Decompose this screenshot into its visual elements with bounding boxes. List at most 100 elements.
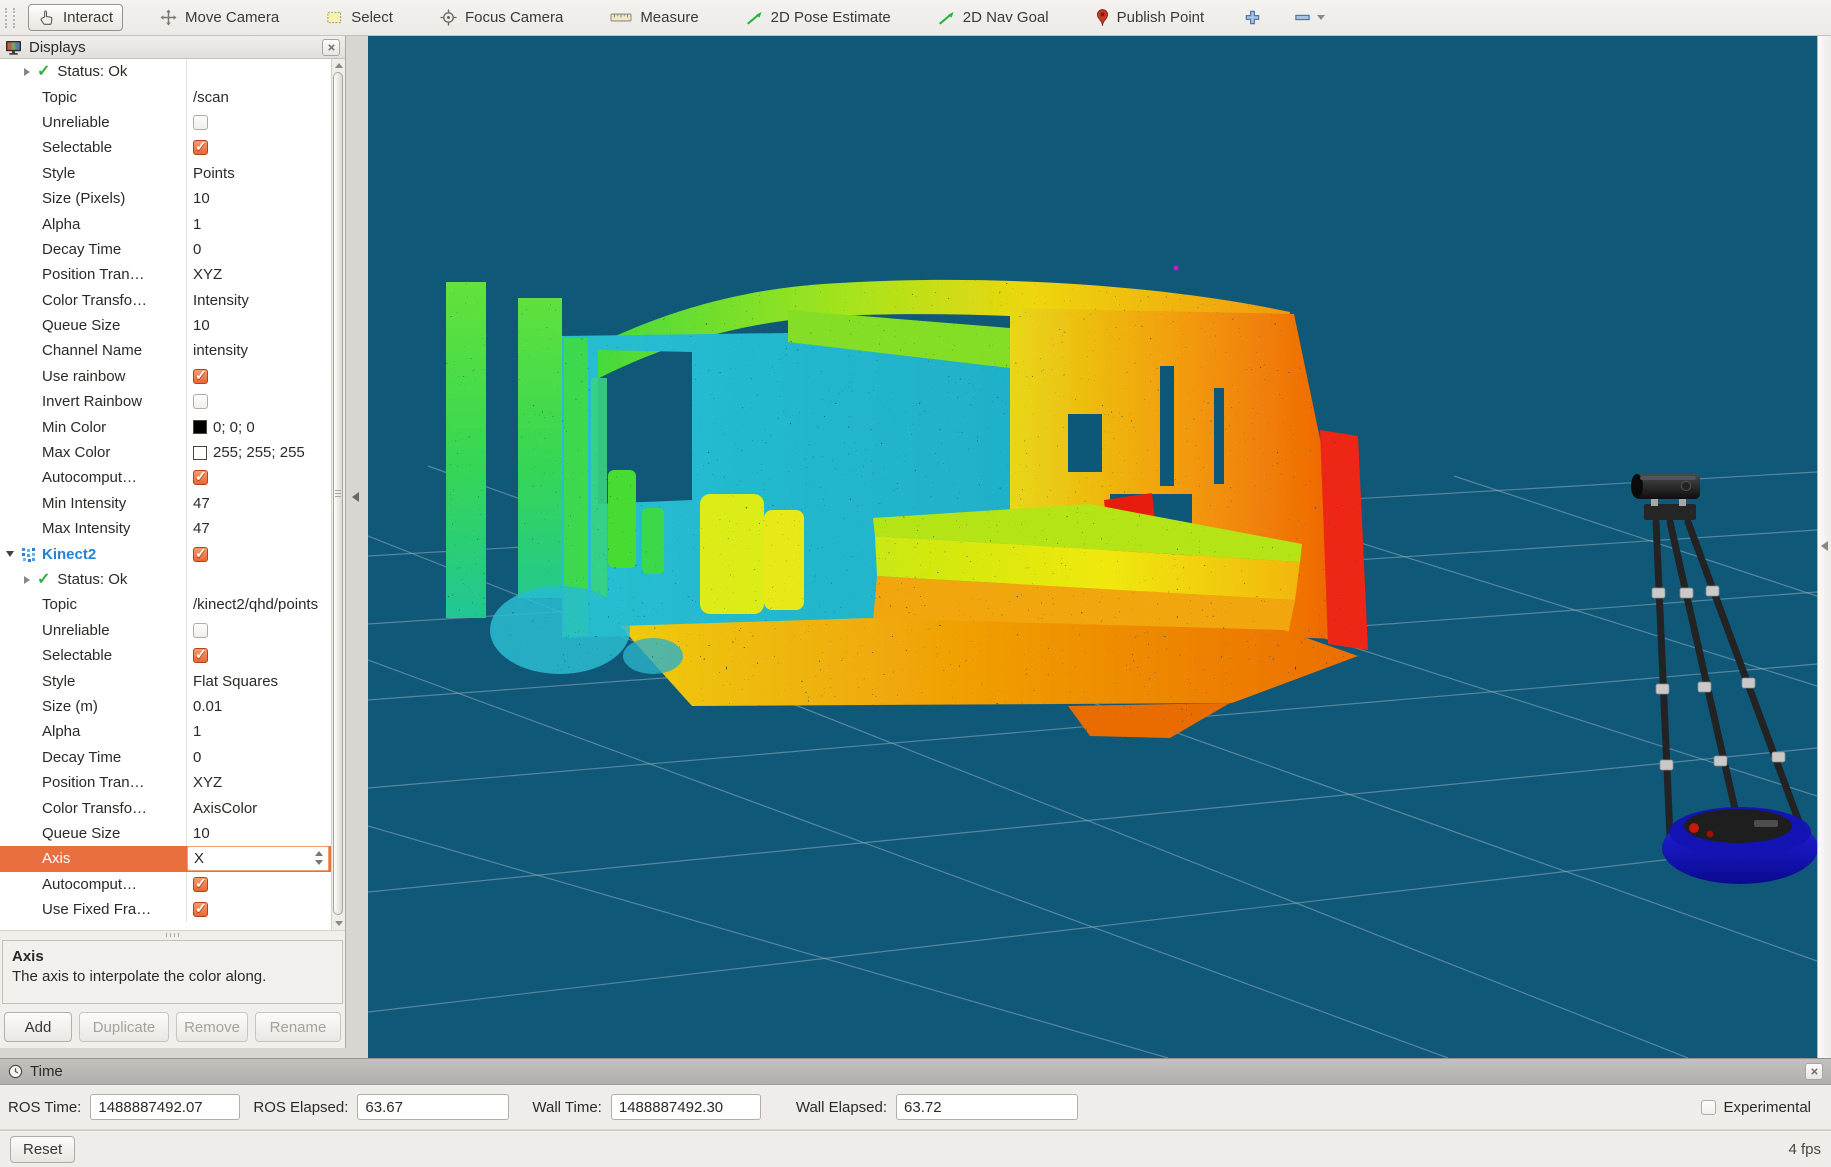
checkbox-selectable[interactable] [193,648,208,663]
views-panel-collapsed-strip[interactable] [1817,36,1831,1058]
property-row-queue-size[interactable]: Queue Size10 [0,313,345,338]
property-row-unreliable[interactable]: Unreliable [0,618,345,643]
color-swatch[interactable] [193,420,207,434]
time-panel-header[interactable]: Time [0,1058,1831,1085]
property-row-use-fixed-fra[interactable]: Use Fixed Fra… [0,897,345,922]
checkbox-invert-rainbow[interactable] [193,394,208,409]
add-display-button[interactable]: Add [4,1012,72,1042]
axis-spinbox[interactable]: X [187,846,329,871]
panel-expand-arrow-icon[interactable] [1821,541,1828,551]
property-row-alpha[interactable]: Alpha1 [0,719,345,744]
property-row-color-transfo[interactable]: Color Transfo…AxisColor [0,795,345,820]
focus-camera-icon [440,9,457,26]
property-value: 47 [193,495,210,512]
property-row-decay-time[interactable]: Decay Time0 [0,237,345,262]
property-row-topic[interactable]: Topic/scan [0,84,345,109]
expander-collapsed-icon[interactable] [24,68,30,76]
robot-base [1662,807,1817,884]
property-row-max-color[interactable]: Max Color255; 255; 255 [0,440,345,465]
property-label: Topic [42,596,77,613]
property-row-style[interactable]: StylePoints [0,161,345,186]
expander-expanded-icon[interactable] [6,551,14,557]
property-row-status-ok[interactable]: ✓Status: Ok [0,567,345,592]
property-row-position-tran[interactable]: Position Tran…XYZ [0,770,345,795]
property-row-color-transfo[interactable]: Color Transfo…Intensity [0,288,345,313]
checkbox-use-fixed-fra[interactable] [193,902,208,917]
tree-scrollbar[interactable] [331,59,345,930]
property-row-position-tran[interactable]: Position Tran…XYZ [0,262,345,287]
property-row-size-pixels[interactable]: Size (Pixels)10 [0,186,345,211]
property-row-autocomput[interactable]: Autocomput… [0,872,345,897]
experimental-checkbox[interactable] [1701,1100,1716,1115]
spinbox-value: X [194,850,204,867]
spinbox-arrows-icon[interactable] [315,851,323,865]
time-fields-row: ROS Time:ROS Elapsed:Wall Time:Wall Elap… [0,1085,1831,1129]
property-row-style[interactable]: StyleFlat Squares [0,668,345,693]
property-row-kinect2[interactable]: Kinect2 [0,541,345,566]
property-row-selectable[interactable]: Selectable [0,135,345,160]
property-row-selectable[interactable]: Selectable [0,643,345,668]
displays-close-button[interactable] [322,39,340,56]
property-row-alpha[interactable]: Alpha1 [0,211,345,236]
ros-elapsed-input[interactable] [357,1094,509,1120]
viewport-canvas[interactable] [368,36,1817,1058]
wall-elapsed-input[interactable] [896,1094,1078,1120]
experimental-option[interactable]: Experimental [1701,1099,1823,1116]
property-row-status-ok[interactable]: ✓Status: Ok [0,59,345,84]
toolbar-drag-handle[interactable] [5,8,15,28]
scroll-down-arrow-icon[interactable] [335,921,343,926]
displays-panel-header[interactable]: Displays [0,36,345,59]
scrollbar-thumb[interactable] [333,72,343,915]
checkbox-unreliable[interactable] [193,115,208,130]
property-row-autocomput[interactable]: Autocomput… [0,465,345,490]
add-tool-plus-button[interactable] [1241,4,1264,31]
expander-collapsed-icon[interactable] [24,576,30,584]
property-tree[interactable]: ✓Status: OkTopic/scanUnreliableSelectabl… [0,59,345,931]
tool-label: Publish Point [1117,9,1205,26]
tool-focus-camera[interactable]: Focus Camera [430,4,573,31]
toolbar: Interact Move Camera Select Focus Camera Mea… [0,0,1831,36]
property-row-unreliable[interactable]: Unreliable [0,110,345,135]
dropdown-arrow-icon[interactable] [1317,15,1325,20]
scroll-up-arrow-icon[interactable] [335,63,343,68]
property-row-queue-size[interactable]: Queue Size10 [0,821,345,846]
property-row-size-m[interactable]: Size (m)0.01 [0,694,345,719]
tool-publish-point[interactable]: Publish Point [1086,3,1215,32]
tool-2d-nav-goal[interactable]: 2D Nav Goal [928,4,1059,31]
color-swatch[interactable] [193,446,207,460]
measure-ruler-icon [610,11,632,24]
wall-time-label: Wall Time: [532,1099,601,1116]
tool-2d-pose-estimate[interactable]: 2D Pose Estimate [736,4,901,31]
checkbox-use-rainbow[interactable] [193,369,208,384]
checkbox-kinect2[interactable] [193,547,208,562]
property-row-topic[interactable]: Topic/kinect2/qhd/points [0,592,345,617]
property-row-decay-time[interactable]: Decay Time0 [0,745,345,770]
checkbox-autocomput[interactable] [193,877,208,892]
ros-time-input[interactable] [90,1094,240,1120]
property-row-channel-name[interactable]: Channel Nameintensity [0,338,345,363]
time-close-button[interactable] [1805,1063,1823,1080]
checkbox-autocomput[interactable] [193,470,208,485]
reset-button[interactable]: Reset [10,1136,75,1163]
property-row-use-rainbow[interactable]: Use rainbow [0,364,345,389]
property-row-max-intensity[interactable]: Max Intensity47 [0,516,345,541]
property-value: 1 [193,723,201,740]
tool-interact[interactable]: Interact [28,4,123,31]
checkbox-selectable[interactable] [193,140,208,155]
wall-time-input[interactable] [611,1094,761,1120]
tool-move-camera[interactable]: Move Camera [150,4,289,31]
remove-tool-minus-button[interactable] [1291,4,1328,31]
help-splitter-handle[interactable] [0,931,345,939]
property-row-min-color[interactable]: Min Color0; 0; 0 [0,414,345,439]
property-label: Color Transfo… [42,800,147,817]
checkbox-unreliable[interactable] [193,623,208,638]
property-row-min-intensity[interactable]: Min Intensity47 [0,491,345,516]
property-row-invert-rainbow[interactable]: Invert Rainbow [0,389,345,414]
tool-measure[interactable]: Measure [600,4,708,31]
tool-label: 2D Nav Goal [963,9,1049,26]
panel-collapse-arrow-icon[interactable] [352,492,359,502]
tool-select[interactable]: Select [316,4,403,31]
property-row-axis[interactable]: AxisX [0,846,345,871]
select-box-icon [326,9,343,26]
fps-counter: 4 fps [1788,1141,1821,1158]
